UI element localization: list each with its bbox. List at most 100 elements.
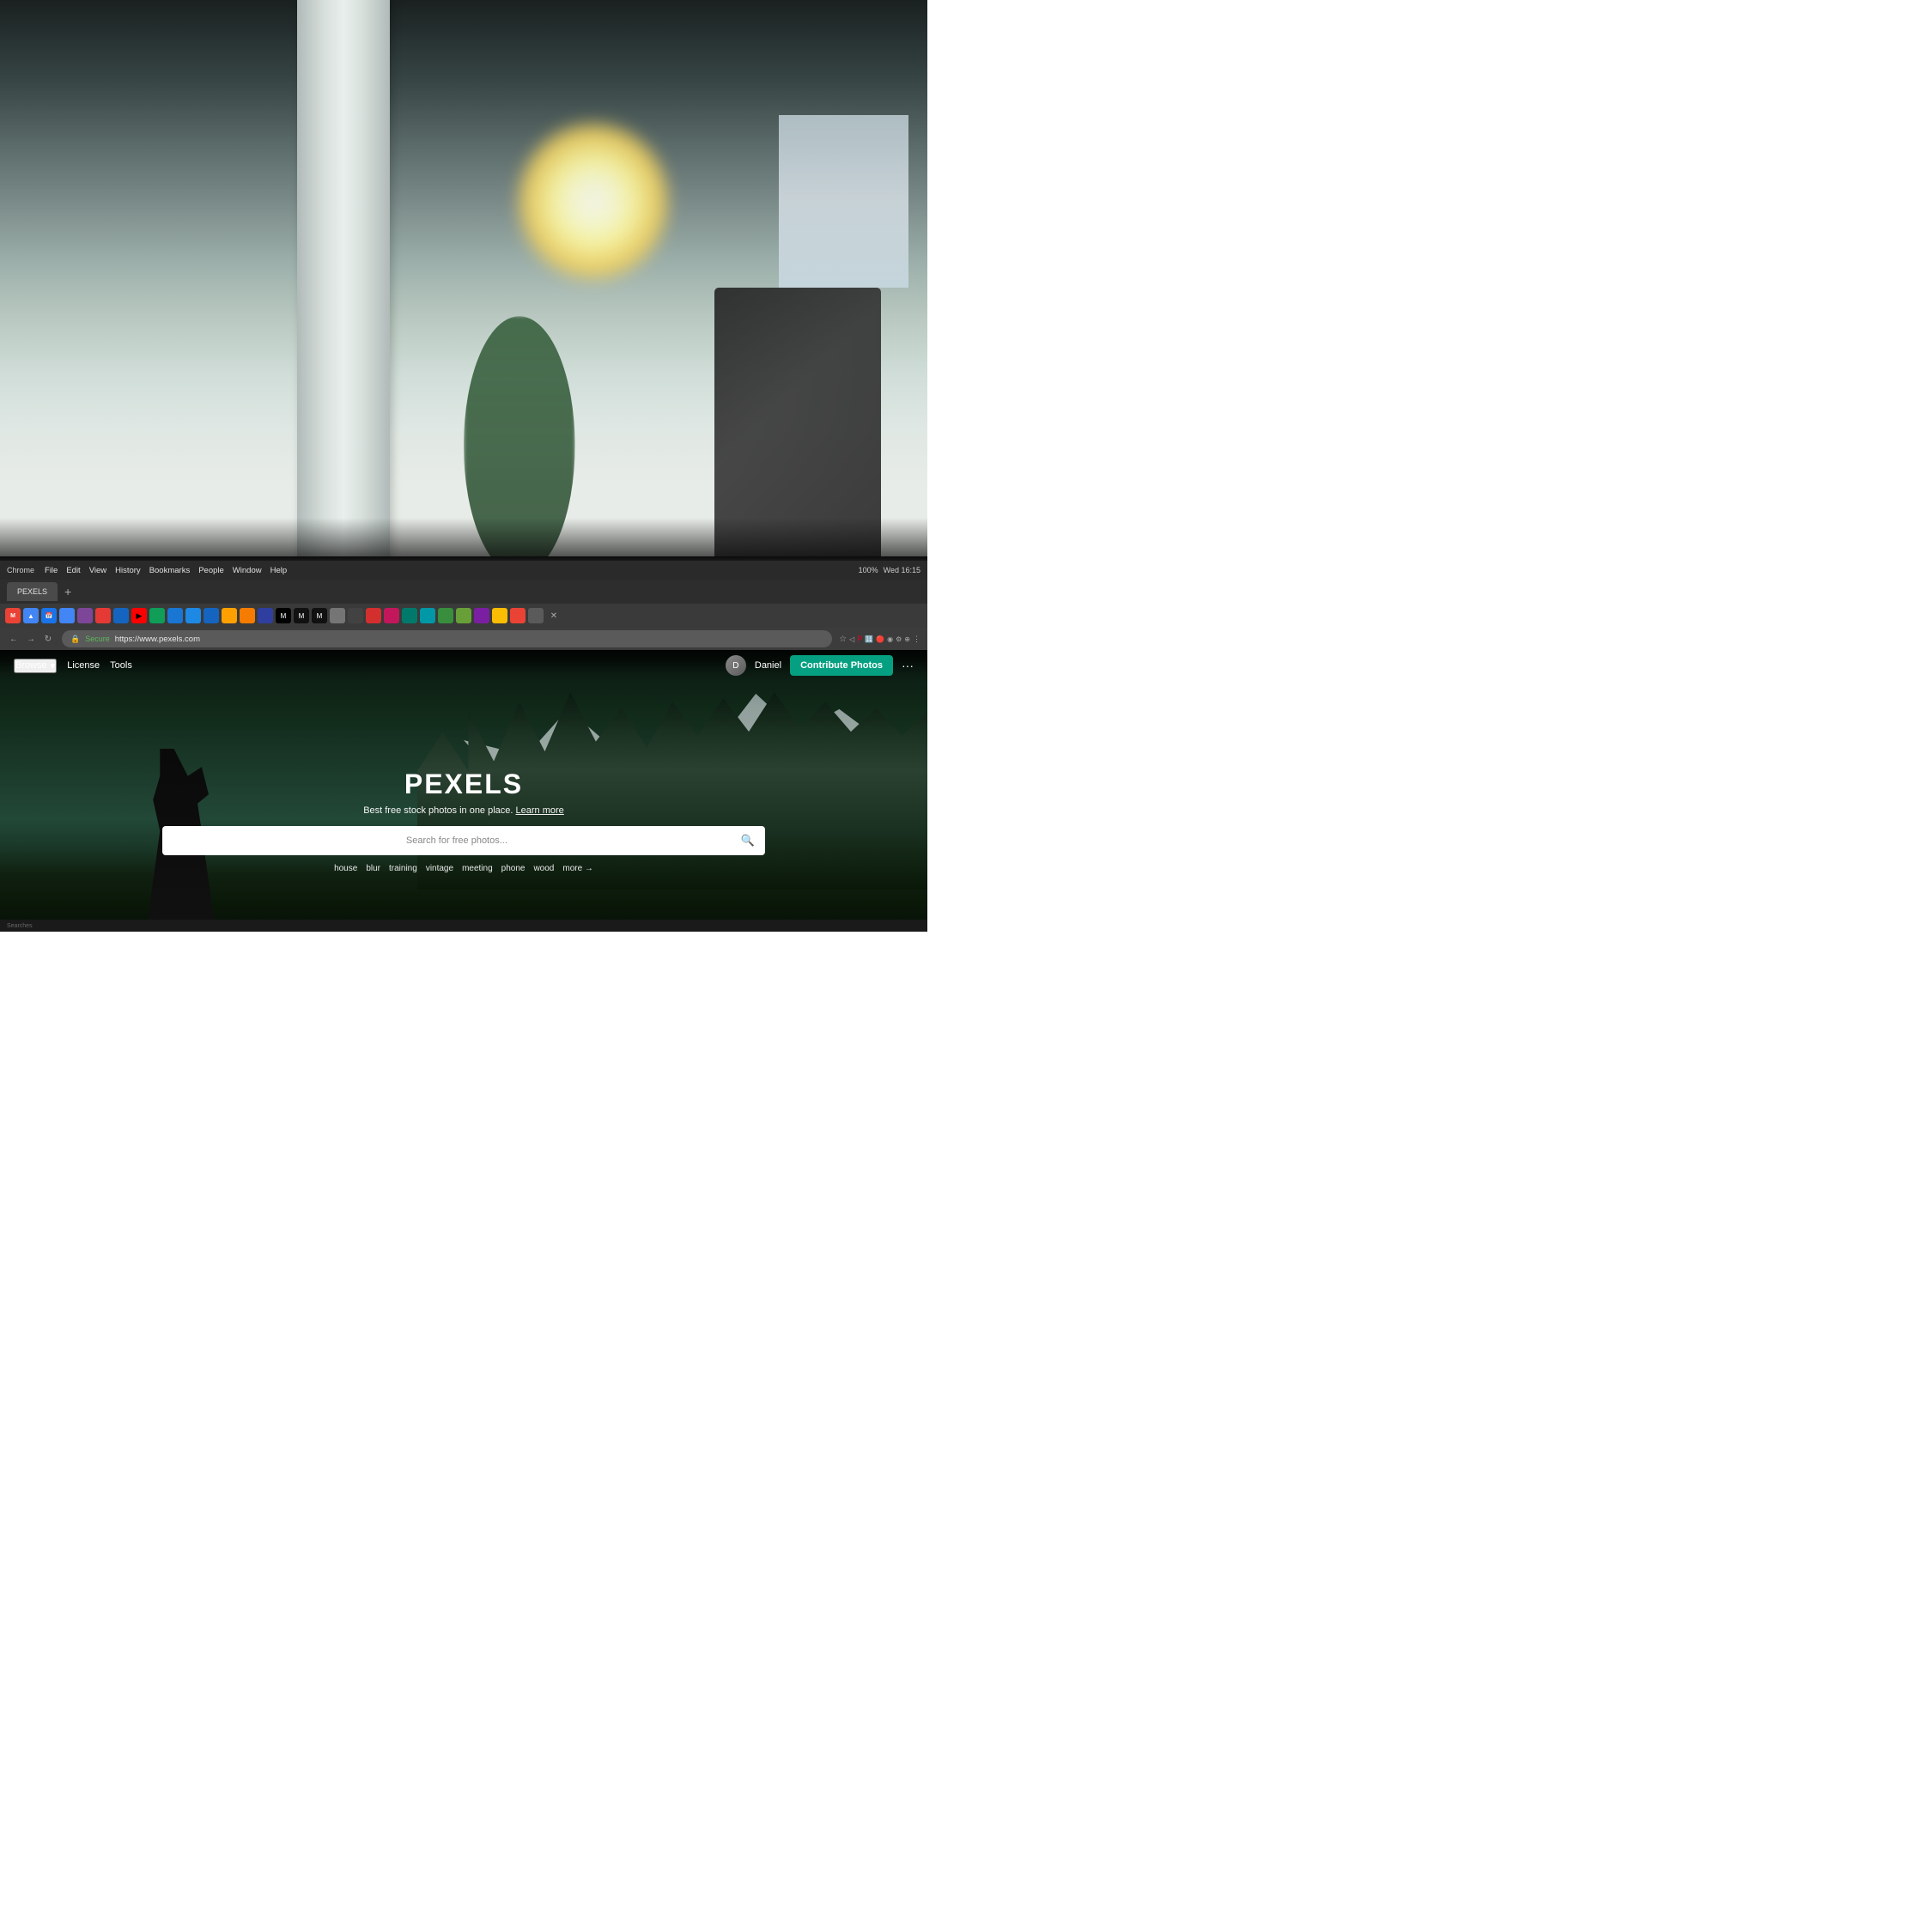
menu-window[interactable]: Window <box>233 566 262 575</box>
icon-4[interactable] <box>113 608 129 623</box>
menu-file[interactable]: File <box>45 566 58 575</box>
pinterest-icon[interactable]: P <box>857 635 862 643</box>
pexels-nav-left: Browse ▾ License Tools <box>14 659 132 673</box>
icon-24[interactable] <box>528 608 544 623</box>
icon-9[interactable] <box>240 608 255 623</box>
menu-people[interactable]: People <box>198 566 224 575</box>
calendar-icon[interactable]: 📅 <box>41 608 57 623</box>
menu-history[interactable]: History <box>115 566 141 575</box>
office-scene <box>0 0 927 575</box>
icon-18[interactable] <box>420 608 435 623</box>
icon-13[interactable] <box>330 608 345 623</box>
search-tags: house blur training vintage meeting phon… <box>162 864 765 873</box>
searches-label: Searches <box>7 923 33 929</box>
icon-5[interactable] <box>167 608 183 623</box>
star-icon[interactable]: ☆ <box>839 635 847 644</box>
tag-vintage[interactable]: vintage <box>426 864 453 873</box>
menu-edit[interactable]: Edit <box>66 566 80 575</box>
icon-2[interactable] <box>77 608 93 623</box>
pexels-nav-right: D Daniel Contribute Photos ··· <box>726 655 914 676</box>
active-tab[interactable]: PEXELS <box>7 582 58 601</box>
tools-button[interactable]: Tools <box>110 660 132 671</box>
icon-17[interactable] <box>402 608 417 623</box>
system-bar: Chrome File Edit View History Bookmarks … <box>0 561 927 580</box>
icon-15[interactable] <box>366 608 381 623</box>
learn-more-link[interactable]: Learn more <box>516 805 564 816</box>
tag-more[interactable]: more → <box>562 864 593 873</box>
bookmark-icon-1[interactable]: ◁ <box>849 635 854 643</box>
tag-house[interactable]: house <box>334 864 357 873</box>
tag-phone[interactable]: phone <box>501 864 526 873</box>
browser-chrome: Chrome File Edit View History Bookmarks … <box>0 561 927 650</box>
tag-training[interactable]: training <box>389 864 417 873</box>
office-pillar <box>297 0 390 575</box>
window-right <box>779 115 908 288</box>
secure-label: Secure <box>85 635 110 643</box>
avatar-initial: D <box>732 661 738 671</box>
icon-1[interactable] <box>59 608 75 623</box>
gmail-icon[interactable]: M <box>5 608 21 623</box>
youtube-icon[interactable]: ▶ <box>131 608 147 623</box>
system-bar-left: Chrome File Edit View History Bookmarks … <box>7 566 287 575</box>
tag-wood[interactable]: wood <box>533 864 554 873</box>
tab-label: PEXELS <box>17 587 47 596</box>
more-options-icon[interactable]: ··· <box>902 659 914 672</box>
browse-label: Browse <box>15 660 47 671</box>
url-bar[interactable]: 🔒 Secure https://www.pexels.com <box>62 630 832 647</box>
new-tab-button[interactable]: + <box>61 585 75 598</box>
contribute-photos-button[interactable]: Contribute Photos <box>790 655 893 676</box>
ext-icon-1[interactable]: 🔢 <box>865 635 873 643</box>
back-button[interactable]: ← <box>7 632 21 646</box>
drive-icon[interactable]: ▲ <box>23 608 39 623</box>
pexels-hero: Browse ▾ License Tools D Daniel Contribu… <box>0 650 927 932</box>
icon-14[interactable] <box>348 608 363 623</box>
icon-3[interactable] <box>95 608 111 623</box>
tag-meeting[interactable]: meeting <box>462 864 493 873</box>
icon-21[interactable] <box>474 608 489 623</box>
ext-icon-5[interactable]: ⊕ <box>904 635 910 643</box>
icon-8[interactable] <box>222 608 237 623</box>
icon-12[interactable]: M <box>312 608 327 623</box>
icon-22[interactable] <box>492 608 507 623</box>
more-dots[interactable]: ⋮ <box>913 635 920 644</box>
icon-10[interactable] <box>258 608 273 623</box>
clock: Wed 16:15 <box>884 566 920 574</box>
ext-icon-3[interactable]: ◉ <box>887 635 893 643</box>
menu-help[interactable]: Help <box>270 566 288 575</box>
refresh-button[interactable]: ↻ <box>41 632 55 646</box>
menu-bookmarks[interactable]: Bookmarks <box>149 566 191 575</box>
icon-19[interactable] <box>438 608 453 623</box>
address-bar: ← → ↻ 🔒 Secure https://www.pexels.com ☆ … <box>0 628 927 650</box>
forward-button[interactable]: → <box>24 632 38 646</box>
search-bar[interactable]: Search for free photos... 🔍 <box>162 826 765 855</box>
close-icon[interactable]: ✕ <box>546 608 562 623</box>
icon-6[interactable] <box>185 608 201 623</box>
menu-view[interactable]: View <box>89 566 106 575</box>
pexels-navigation: Browse ▾ License Tools D Daniel Contribu… <box>0 650 927 681</box>
bottom-bar: Searches <box>0 920 927 932</box>
toolbar-icons-bar: M ▲ 📅 ▶ M M M <box>0 604 927 628</box>
icon-23[interactable] <box>510 608 526 623</box>
medium-icon[interactable]: M <box>276 608 291 623</box>
search-icon: 🔍 <box>741 834 755 848</box>
bookmark-icons: ☆ ◁ P 🔢 🔴 ◉ ⚙ ⊕ ⋮ <box>839 635 920 644</box>
ext-icon-2[interactable]: 🔴 <box>876 635 884 643</box>
license-button[interactable]: License <box>67 660 100 671</box>
secure-icon: 🔒 <box>70 635 80 644</box>
website-content: Browse ▾ License Tools D Daniel Contribu… <box>0 650 927 932</box>
sheets-icon[interactable] <box>149 608 165 623</box>
search-placeholder: Search for free photos... <box>173 835 741 846</box>
ext-icon-4[interactable]: ⚙ <box>896 635 902 643</box>
icon-16[interactable] <box>384 608 399 623</box>
pexels-hero-content: PEXELS Best free stock photos in one pla… <box>162 769 765 873</box>
system-bar-right: 100% Wed 16:15 <box>859 566 920 574</box>
office-background <box>0 0 927 575</box>
tag-blur[interactable]: blur <box>366 864 380 873</box>
icon-11[interactable]: M <box>294 608 309 623</box>
browse-button[interactable]: Browse ▾ <box>14 659 57 673</box>
icon-7[interactable] <box>204 608 219 623</box>
pexels-logo: PEXELS <box>162 769 765 800</box>
icon-20[interactable] <box>456 608 471 623</box>
user-avatar: D <box>726 655 746 676</box>
background-photo: Chrome File Edit View History Bookmarks … <box>0 0 927 927</box>
